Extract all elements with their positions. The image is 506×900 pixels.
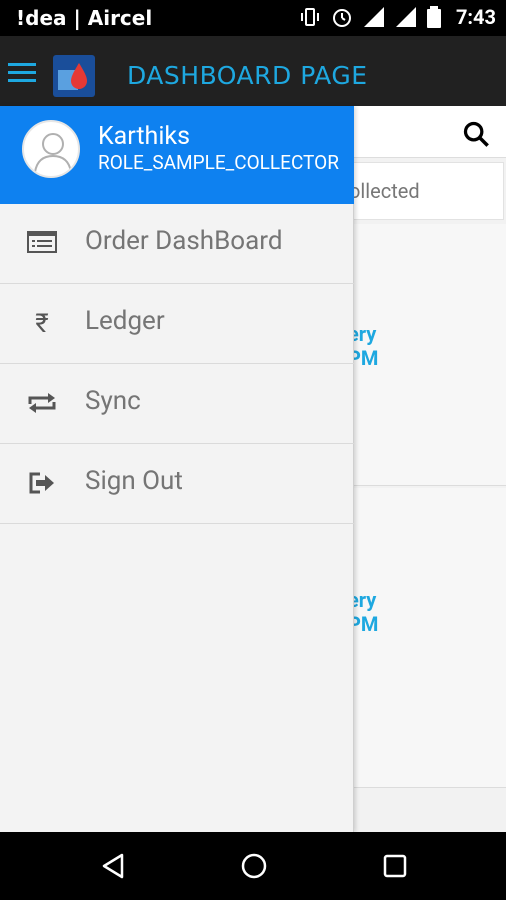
recents-icon[interactable] bbox=[382, 852, 408, 880]
status-bar: !dea | Aircel 7:43 bbox=[0, 0, 506, 36]
user-name: Karthiks bbox=[98, 122, 190, 151]
sync-icon bbox=[26, 390, 58, 418]
app-bar: DASHBOARD PAGE bbox=[0, 36, 506, 106]
menu-item-label: Sync bbox=[85, 386, 141, 416]
rupee-icon: ₹ bbox=[35, 309, 49, 339]
navigation-drawer: Karthiks ROLE_SAMPLE_COLLECTOR Order Das… bbox=[0, 106, 354, 832]
menu-item-sync[interactable]: Sync bbox=[0, 364, 354, 444]
menu-item-label: Ledger bbox=[85, 306, 165, 336]
list-icon bbox=[26, 230, 58, 258]
hamburger-menu-icon[interactable] bbox=[8, 63, 36, 83]
menu-item-label: Order DashBoard bbox=[85, 226, 283, 256]
user-role: ROLE_SAMPLE_COLLECTOR bbox=[98, 151, 339, 174]
sign-out-icon bbox=[26, 470, 58, 498]
status-icons: 7:43 bbox=[298, 5, 496, 29]
drawer-header: Karthiks ROLE_SAMPLE_COLLECTOR bbox=[0, 106, 354, 204]
signal-icon bbox=[363, 7, 384, 27]
alarm-icon bbox=[332, 9, 351, 27]
user-avatar-icon bbox=[34, 133, 72, 173]
home-icon[interactable] bbox=[240, 852, 268, 880]
search-icon[interactable] bbox=[462, 120, 490, 148]
system-nav-bar bbox=[0, 832, 506, 900]
vibrate-icon bbox=[300, 8, 319, 26]
filter-value: ollected bbox=[349, 179, 420, 203]
clock: 7:43 bbox=[455, 5, 496, 29]
menu-item-order-dashboard[interactable]: Order DashBoard bbox=[0, 204, 354, 284]
back-icon[interactable] bbox=[100, 852, 126, 880]
carrier-label: !dea | Aircel bbox=[16, 6, 153, 30]
avatar bbox=[22, 120, 80, 178]
page-title: DASHBOARD PAGE bbox=[127, 61, 368, 90]
menu-item-ledger[interactable]: ₹ Ledger bbox=[0, 284, 354, 364]
blood-drop-logo bbox=[58, 63, 87, 90]
battery-icon bbox=[426, 6, 441, 28]
signal-icon bbox=[395, 7, 416, 27]
menu-item-sign-out[interactable]: Sign Out bbox=[0, 444, 354, 524]
menu-item-label: Sign Out bbox=[85, 466, 183, 496]
app-logo bbox=[53, 55, 95, 97]
